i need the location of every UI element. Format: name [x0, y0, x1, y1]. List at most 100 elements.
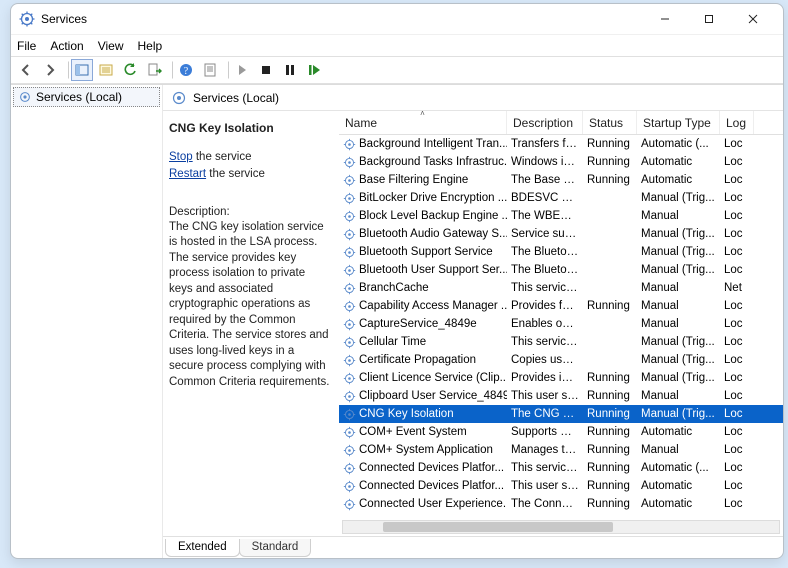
- service-startup: Manual: [637, 318, 720, 330]
- service-name: Clipboard User Service_4849e: [359, 390, 507, 402]
- start-service-button[interactable]: [231, 59, 253, 81]
- column-header-status[interactable]: Status: [583, 111, 637, 134]
- service-row[interactable]: Certificate PropagationCopies user ...Ma…: [339, 351, 783, 369]
- stop-link[interactable]: Stop: [169, 151, 193, 163]
- gear-icon: [343, 426, 356, 439]
- forward-button[interactable]: [39, 59, 61, 81]
- service-startup: Automatic: [637, 480, 720, 492]
- service-description: The CNG ke...: [507, 408, 583, 420]
- services-icon: [19, 11, 35, 27]
- service-row[interactable]: BranchCacheThis service ...ManualNet: [339, 279, 783, 297]
- service-startup: Automatic: [637, 174, 720, 186]
- service-startup: Manual (Trig...: [637, 192, 720, 204]
- column-header-description[interactable]: Description: [507, 111, 583, 134]
- service-description: The WBENG...: [507, 210, 583, 222]
- gear-icon: [343, 192, 356, 205]
- service-logon: Loc: [720, 336, 754, 348]
- maximize-button[interactable]: [687, 5, 731, 33]
- scrollbar-thumb[interactable]: [383, 522, 613, 532]
- service-row[interactable]: COM+ System ApplicationManages th...Runn…: [339, 441, 783, 459]
- gear-icon: [343, 372, 356, 385]
- service-logon: Loc: [720, 228, 754, 240]
- service-logon: Net: [720, 282, 754, 294]
- restart-link[interactable]: Restart: [169, 168, 206, 180]
- service-row[interactable]: Cellular TimeThis service ...Manual (Tri…: [339, 333, 783, 351]
- pause-service-button[interactable]: [279, 59, 301, 81]
- service-logon: Loc: [720, 300, 754, 312]
- service-description: The Base Fil...: [507, 174, 583, 186]
- service-name: Connected Devices Platfor...: [359, 480, 504, 492]
- export-button[interactable]: [143, 59, 165, 81]
- close-button[interactable]: [731, 5, 775, 33]
- service-row[interactable]: BitLocker Drive Encryption ...BDESVC hos…: [339, 189, 783, 207]
- menu-view[interactable]: View: [98, 39, 124, 53]
- stop-service-button[interactable]: [255, 59, 277, 81]
- window-title: Services: [41, 12, 87, 26]
- gear-icon: [343, 282, 356, 295]
- service-row[interactable]: Bluetooth User Support Ser...The Bluetoo…: [339, 261, 783, 279]
- menu-action[interactable]: Action: [50, 39, 83, 53]
- right-pane: Services (Local) CNG Key Isolation Stop …: [163, 85, 783, 558]
- column-header-logon[interactable]: Log: [720, 111, 754, 134]
- service-row[interactable]: Client Licence Service (Clip...Provides …: [339, 369, 783, 387]
- service-logon: Loc: [720, 444, 754, 456]
- tab-extended[interactable]: Extended: [165, 539, 240, 557]
- service-row[interactable]: Connected Devices Platfor...This service…: [339, 459, 783, 477]
- service-status: Running: [583, 138, 637, 150]
- service-row[interactable]: Capability Access Manager ...Provides fa…: [339, 297, 783, 315]
- service-row[interactable]: Background Intelligent Tran...Transfers …: [339, 135, 783, 153]
- service-logon: Loc: [720, 390, 754, 402]
- horizontal-scrollbar[interactable]: [342, 520, 780, 534]
- titlebar[interactable]: Services: [11, 4, 783, 34]
- gear-icon: [343, 462, 356, 475]
- show-hide-tree-button[interactable]: [71, 59, 93, 81]
- service-status: Running: [583, 480, 637, 492]
- service-row[interactable]: Bluetooth Support ServiceThe Bluetoo...M…: [339, 243, 783, 261]
- service-row[interactable]: Bluetooth Audio Gateway S...Service sup.…: [339, 225, 783, 243]
- column-header-startup[interactable]: Startup Type: [637, 111, 720, 134]
- tab-standard[interactable]: Standard: [239, 539, 312, 557]
- service-name: Block Level Backup Engine ...: [359, 210, 507, 222]
- service-description: The Connec...: [507, 498, 583, 510]
- service-status: Running: [583, 156, 637, 168]
- column-header-name[interactable]: ˄Name: [339, 111, 507, 134]
- service-row[interactable]: Block Level Backup Engine ...The WBENG..…: [339, 207, 783, 225]
- grid-header: ˄Name Description Status Startup Type Lo…: [339, 111, 783, 135]
- back-button[interactable]: [15, 59, 37, 81]
- gear-icon: [343, 228, 356, 241]
- service-name: Bluetooth User Support Ser...: [359, 264, 507, 276]
- service-name: Client Licence Service (Clip...: [359, 372, 507, 384]
- menu-file[interactable]: File: [17, 39, 36, 53]
- tree-root-item[interactable]: Services (Local): [13, 87, 160, 107]
- service-startup: Manual (Trig...: [637, 408, 720, 420]
- service-row[interactable]: Connected User Experience...The Connec..…: [339, 495, 783, 513]
- service-row[interactable]: Clipboard User Service_4849eThis user se…: [339, 387, 783, 405]
- description-text: The CNG key isolation service is hosted …: [169, 220, 331, 391]
- gear-icon: [343, 498, 356, 511]
- service-row[interactable]: Base Filtering EngineThe Base Fil...Runn…: [339, 171, 783, 189]
- service-description: Transfers fil...: [507, 138, 583, 150]
- minimize-button[interactable]: [643, 5, 687, 33]
- refresh-button[interactable]: [119, 59, 141, 81]
- service-status: Running: [583, 444, 637, 456]
- service-status: Running: [583, 390, 637, 402]
- properties-sheet-button[interactable]: [199, 59, 221, 81]
- service-row[interactable]: CNG Key IsolationThe CNG ke...RunningMan…: [339, 405, 783, 423]
- service-row[interactable]: COM+ Event SystemSupports Sy...RunningAu…: [339, 423, 783, 441]
- service-name: CaptureService_4849e: [359, 318, 477, 330]
- properties-button[interactable]: [95, 59, 117, 81]
- service-row[interactable]: CaptureService_4849eEnables opti...Manua…: [339, 315, 783, 333]
- gear-icon: [18, 90, 32, 104]
- service-row[interactable]: Background Tasks Infrastruc...Windows in…: [339, 153, 783, 171]
- restart-service-button[interactable]: [303, 59, 325, 81]
- service-name: Capability Access Manager ...: [359, 300, 507, 312]
- service-row[interactable]: Connected Devices Platfor...This user se…: [339, 477, 783, 495]
- help-button[interactable]: ?: [175, 59, 197, 81]
- gear-icon: [343, 246, 356, 259]
- service-name: Background Tasks Infrastruc...: [359, 156, 507, 168]
- service-description: This user ser...: [507, 480, 583, 492]
- service-description: BDESVC hos...: [507, 192, 583, 204]
- menu-help[interactable]: Help: [138, 39, 163, 53]
- service-description: Service sup...: [507, 228, 583, 240]
- service-name: CNG Key Isolation: [359, 408, 454, 420]
